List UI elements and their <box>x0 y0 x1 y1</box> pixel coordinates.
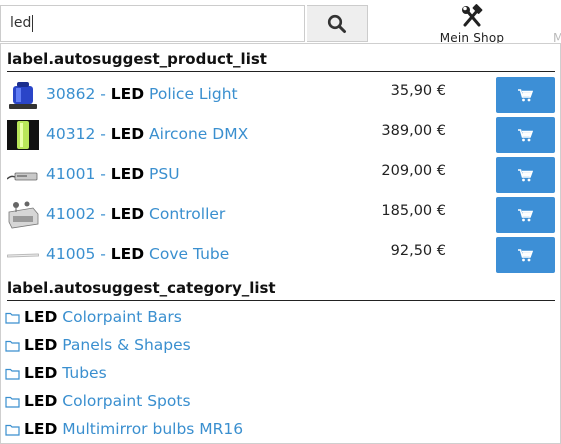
product-code: 40312 - <box>46 125 111 143</box>
add-to-cart-button[interactable] <box>496 157 555 193</box>
product-row: 30862 - LED Police Light 35,90 € <box>7 77 556 113</box>
product-title: PSU <box>144 165 180 183</box>
product-title: Aircone DMX <box>144 125 249 143</box>
product-link[interactable]: 41005 - LED Cove Tube <box>46 245 229 263</box>
add-to-cart-button[interactable] <box>496 77 555 113</box>
text-caret <box>32 14 34 32</box>
cart-icon <box>518 208 533 221</box>
category-keyword: LED <box>24 364 58 382</box>
category-keyword: LED <box>24 308 58 326</box>
product-price: 185,00 € <box>381 203 446 219</box>
folder-icon <box>5 340 20 352</box>
category-keyword: LED <box>24 336 58 354</box>
folder-icon <box>5 424 20 436</box>
category-keyword: LED <box>24 420 58 438</box>
product-title: Police Light <box>144 85 238 103</box>
product-row: 41005 - LED Cove Tube 92,50 € <box>7 237 556 273</box>
product-code: 41005 - <box>46 245 111 263</box>
category-title: Multimirror bulbs MR16 <box>57 420 244 438</box>
product-title: Cove Tube <box>144 245 230 263</box>
product-keyword: LED <box>110 125 145 143</box>
product-price: 209,00 € <box>381 163 446 179</box>
folder-icon <box>5 396 20 408</box>
category-item[interactable]: LED Colorpaint Spots <box>5 392 191 416</box>
cart-icon <box>518 128 533 141</box>
category-keyword: LED <box>24 392 58 410</box>
cart-icon <box>518 168 533 181</box>
category-title: Colorpaint Bars <box>57 308 182 326</box>
category-title: Tubes <box>57 364 107 382</box>
category-title: Panels & Shapes <box>57 336 191 354</box>
product-keyword: LED <box>110 165 145 183</box>
mein-shop-link[interactable]: Mein Shop <box>436 4 508 46</box>
product-keyword: LED <box>110 245 145 263</box>
aircone-thumbnail <box>7 120 39 150</box>
product-code: 30862 - <box>46 85 111 103</box>
product-price: 92,50 € <box>390 243 446 259</box>
cove-tube-thumbnail <box>7 253 39 258</box>
category-item[interactable]: LED Multimirror bulbs MR16 <box>5 420 243 444</box>
product-link[interactable]: 41002 - LED Controller <box>46 205 225 223</box>
add-to-cart-button[interactable] <box>496 197 555 233</box>
product-title: Controller <box>144 205 226 223</box>
tools-icon <box>462 4 483 27</box>
product-row: 41002 - LED Controller 185,00 € <box>7 197 556 233</box>
add-to-cart-button[interactable] <box>496 117 555 153</box>
product-code: 41002 - <box>46 205 111 223</box>
cart-icon <box>518 88 533 101</box>
search-icon <box>327 14 346 33</box>
product-row: 41001 - LED PSU 209,00 € <box>7 157 556 193</box>
product-list-heading: label.autosuggest_product_list <box>7 50 555 72</box>
product-link[interactable]: 40312 - LED Aircone DMX <box>46 125 248 143</box>
product-price: 35,90 € <box>390 83 446 99</box>
product-keyword: LED <box>110 85 145 103</box>
category-list-heading: label.autosuggest_category_list <box>7 279 555 301</box>
category-item[interactable]: LED Panels & Shapes <box>5 336 191 360</box>
product-price: 389,00 € <box>381 123 446 139</box>
cart-icon <box>518 248 533 261</box>
folder-icon <box>5 312 20 324</box>
category-item[interactable]: LED Tubes <box>5 364 107 388</box>
autosuggest-dropdown: label.autosuggest_product_list 30862 - L… <box>0 43 561 444</box>
psu-thumbnail <box>7 172 38 181</box>
product-row: 40312 - LED Aircone DMX 389,00 € <box>7 117 556 153</box>
product-code: 41001 - <box>46 165 111 183</box>
controller-thumbnail <box>8 201 39 229</box>
police-light-thumbnail <box>9 82 37 109</box>
category-item[interactable]: LED Colorpaint Bars <box>5 308 182 332</box>
add-to-cart-button[interactable] <box>496 237 555 273</box>
product-link[interactable]: 30862 - LED Police Light <box>46 85 238 103</box>
search-input-value: led <box>10 15 32 31</box>
category-title: Colorpaint Spots <box>57 392 191 410</box>
folder-icon <box>5 368 20 380</box>
product-link[interactable]: 41001 - LED PSU <box>46 165 180 183</box>
search-input[interactable]: led <box>0 5 305 42</box>
product-keyword: LED <box>110 205 145 223</box>
search-button[interactable] <box>307 5 368 42</box>
